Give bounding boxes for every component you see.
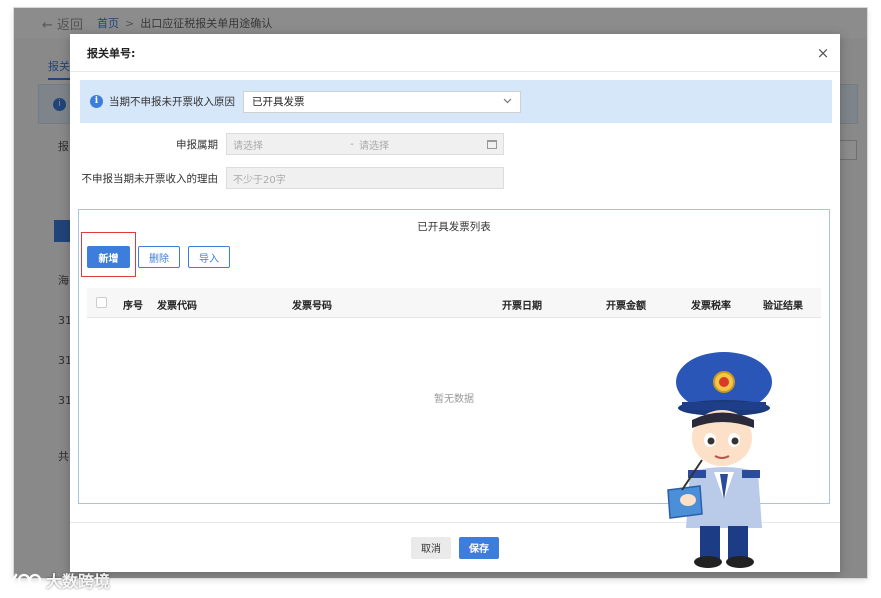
column-header-amount: 开票金额 — [606, 301, 646, 312]
tax-officer-mascot-image — [667, 352, 772, 568]
column-header-index: 序号 — [123, 301, 143, 312]
dialog-header: 报关单号: × — [70, 34, 840, 72]
period-label: 申报属期 — [176, 138, 218, 151]
reason-select[interactable]: 已开具发票 — [243, 90, 521, 113]
info-icon: i — [90, 95, 103, 108]
calendar-icon — [487, 139, 497, 149]
period-date-range[interactable]: 请选择 - 请选择 — [226, 133, 504, 155]
column-header-issue-date: 开票日期 — [502, 301, 542, 312]
dialog-title: 报关单号: — [87, 46, 136, 60]
select-all-checkbox[interactable] — [96, 297, 107, 308]
list-toolbar: 新增 删除 导入 — [87, 246, 238, 268]
invoice-list-title: 已开具发票列表 — [417, 221, 491, 233]
column-header-invoice-code: 发票代码 — [157, 301, 197, 312]
reason-row: i 当期不申报未开票收入原因 已开具发票 — [80, 80, 832, 123]
add-button[interactable]: 新增 — [87, 246, 130, 268]
chevron-down-icon — [503, 97, 512, 107]
column-header-verification: 验证结果 — [763, 301, 803, 312]
save-button[interactable]: 保存 — [459, 536, 499, 559]
period-end-placeholder: 请选择 — [359, 140, 389, 152]
watermark-text: 大数跨境 — [46, 572, 111, 591]
period-start-placeholder: 请选择 — [233, 140, 263, 152]
watermark-logo-icon — [8, 573, 42, 587]
app-frame: ← 返回 首页 > 出口应征税报关单用途确认 报关 i 报 海 31 31 31… — [14, 8, 867, 578]
column-header-invoice-number: 发票号码 — [292, 301, 332, 312]
reason-text-label: 不申报当期未开票收入的理由 — [81, 172, 219, 185]
reason-select-value: 已开具发票 — [252, 96, 305, 108]
watermark: 大数跨境 — [8, 568, 110, 592]
cancel-button[interactable]: 取消 — [411, 536, 451, 559]
reason-label: 当期不申报未开票收入原因 — [109, 96, 235, 108]
invoice-table-header: 序号 发票代码 发票号码 开票日期 开票金额 发票税率 验证结果 — [87, 288, 821, 318]
delete-button[interactable]: 删除 — [138, 246, 180, 268]
period-row: 申报属期 请选择 - 请选择 — [70, 133, 504, 155]
period-separator: - — [350, 138, 354, 150]
column-header-tax-rate: 发票税率 — [691, 301, 731, 312]
reason-text-input[interactable]: 不少于20字 — [226, 167, 504, 189]
import-button[interactable]: 导入 — [188, 246, 230, 268]
reason-text-row: 不申报当期未开票收入的理由 不少于20字 — [70, 167, 504, 189]
close-icon[interactable]: × — [806, 34, 840, 72]
